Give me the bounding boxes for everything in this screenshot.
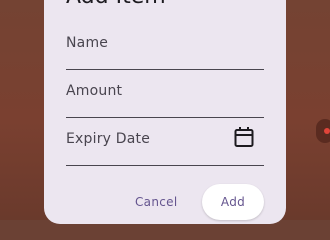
amount-field[interactable]: Amount — [66, 81, 264, 118]
add-item-dialog: Add Item Name Amount Expiry Date Cancel … — [44, 0, 286, 224]
expiry-date-field-label: Expiry Date — [66, 131, 151, 147]
dialog-title: Add Item — [66, 0, 166, 8]
add-button[interactable]: Add — [202, 184, 264, 220]
name-field-label: Name — [66, 35, 109, 51]
name-field[interactable]: Name — [66, 33, 264, 70]
dialog-actions: Cancel Add — [44, 184, 286, 226]
expiry-date-field[interactable]: Expiry Date — [66, 126, 264, 166]
amount-field-label: Amount — [66, 83, 123, 99]
cancel-button[interactable]: Cancel — [135, 194, 177, 210]
side-indicator — [316, 119, 330, 143]
calendar-icon[interactable] — [234, 126, 254, 148]
